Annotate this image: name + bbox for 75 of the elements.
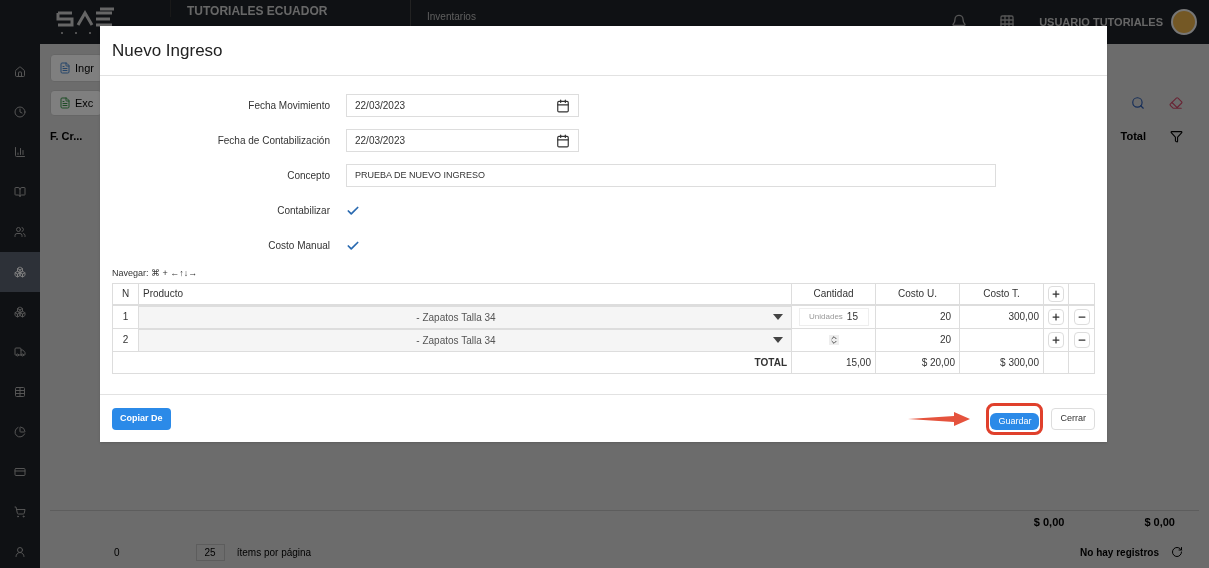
plus-icon xyxy=(1051,311,1061,322)
product-select[interactable]: - Zapatos Talla 34 xyxy=(139,328,792,351)
add-row-button[interactable] xyxy=(1048,285,1064,302)
navigation-hint: Navegar: ⌘ + ←↑↓→ xyxy=(112,267,199,280)
menu-icon xyxy=(14,186,26,198)
menu-icon xyxy=(14,346,26,358)
save-button[interactable]: Guardar xyxy=(990,412,1040,430)
total-cost-cell: 300,00 xyxy=(960,305,1044,328)
field-label: Costo Manual xyxy=(267,239,331,253)
column-header: Costo U. xyxy=(876,283,960,304)
total-label: TOTAL xyxy=(113,351,792,373)
logo-icon xyxy=(54,7,116,37)
dialog-title: Nuevo Ingreso xyxy=(112,39,223,62)
column-header: N xyxy=(113,283,139,304)
total-cost: $ 300,00 xyxy=(960,351,1044,373)
date-field[interactable]: 22/03/2023 xyxy=(346,94,579,117)
field-label: Fecha Movimiento xyxy=(247,99,331,113)
menu-icon xyxy=(14,466,26,478)
column-header: Costo T. xyxy=(960,283,1044,304)
menu-icon xyxy=(14,426,26,438)
plus-icon xyxy=(1051,334,1061,345)
page-size-select[interactable]: 25 xyxy=(195,543,225,561)
eraser-icon[interactable] xyxy=(1169,96,1183,110)
menu-icon xyxy=(14,266,26,278)
add-row-button[interactable] xyxy=(1048,331,1064,348)
menu-icon xyxy=(14,386,26,398)
refresh-icon[interactable] xyxy=(1171,546,1183,558)
column-header: Total xyxy=(1120,128,1146,144)
remove-row-button[interactable] xyxy=(1073,331,1090,348)
close-button[interactable]: Cerrar xyxy=(1051,407,1095,430)
page-number[interactable]: 0 xyxy=(114,544,120,560)
menu-icon xyxy=(14,106,26,118)
spreadsheet-icon xyxy=(59,97,71,109)
text-field[interactable]: PRUEBA DE NUEVO INGRESO xyxy=(346,164,996,187)
menu-icon xyxy=(14,146,26,158)
column-header: F. Cr... xyxy=(50,128,83,144)
unit-cost-cell: 20 xyxy=(876,305,960,328)
menu-icon xyxy=(14,546,26,558)
total-unit-cost: $ 20,00 xyxy=(876,351,960,373)
status-text: No hay registros xyxy=(1080,545,1159,560)
page-size-label: ítems por página xyxy=(236,545,312,560)
total-quantity: 15,00 xyxy=(792,351,876,373)
field-label: Fecha de Contabilización xyxy=(216,134,331,148)
copy-from-button[interactable]: Copiar De xyxy=(112,407,171,430)
caret-icon xyxy=(773,314,783,320)
company-name: TUTORIALES ECUADOR xyxy=(187,5,329,17)
menu-icon xyxy=(14,506,26,518)
remove-row-button[interactable] xyxy=(1073,308,1090,325)
menu-icon xyxy=(14,226,26,238)
avatar[interactable] xyxy=(1171,9,1197,35)
field-label: Contabilizar xyxy=(276,204,331,218)
export-button[interactable]: Exc xyxy=(50,90,103,116)
plus-icon xyxy=(1051,288,1061,299)
footer-total: $ 0,00 xyxy=(1144,515,1175,531)
caret-icon xyxy=(773,337,783,343)
date-field[interactable]: 22/03/2023 xyxy=(346,129,579,152)
product-select[interactable]: - Zapatos Talla 34 xyxy=(139,305,792,328)
tab[interactable]: Ingr xyxy=(50,54,103,82)
field-label: Concepto xyxy=(286,169,331,183)
filter-icon[interactable] xyxy=(1170,129,1183,143)
quantity-field[interactable]: Unidades 15 xyxy=(798,307,869,326)
unit-cost-cell: 20 xyxy=(876,328,960,351)
footer-total: $ 0,00 xyxy=(1033,515,1065,531)
spinner-icon[interactable] xyxy=(828,334,839,345)
column-header: Producto xyxy=(139,283,792,304)
document-icon xyxy=(59,62,71,74)
menu-icon xyxy=(14,306,26,318)
sidebar-item[interactable] xyxy=(0,252,40,292)
column-header: Cantidad xyxy=(792,283,876,304)
module-name: Inventarios xyxy=(427,9,476,24)
calendar-icon[interactable] xyxy=(556,133,570,148)
menu-icon xyxy=(14,66,26,78)
add-row-button[interactable] xyxy=(1048,308,1064,325)
search-icon[interactable] xyxy=(1131,96,1145,110)
calendar-icon[interactable] xyxy=(556,98,570,113)
